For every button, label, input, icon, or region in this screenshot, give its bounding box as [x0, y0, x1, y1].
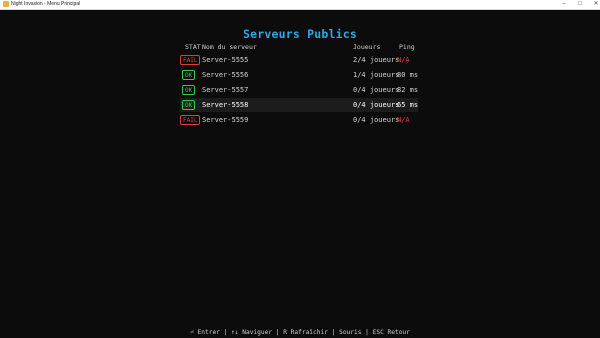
server-name: Server-5559: [202, 116, 249, 124]
server-ping: N/A: [397, 56, 410, 64]
server-name: Server-5557: [202, 86, 249, 94]
keyboard-hints: ⏎ Entrer | ↑↓ Naviguer | R Rafraîchir | …: [190, 329, 410, 336]
column-header-status: STAT: [185, 43, 201, 51]
minimize-button[interactable]: –: [556, 0, 572, 9]
server-row[interactable]: OK Server-5557 0/4 joueurs 82 ms: [180, 83, 418, 97]
status-badge: OK: [182, 70, 196, 80]
server-ping: 65 ms: [397, 101, 419, 109]
server-name: Server-5555: [202, 56, 249, 64]
status-badge: OK: [182, 85, 196, 95]
server-name: Server-5558: [202, 101, 249, 109]
column-header-name: Nom du serveur: [202, 43, 257, 51]
server-players: 1/4 joueurs: [353, 71, 400, 79]
app-icon: [3, 1, 9, 7]
page-title: Serveurs Publics: [243, 27, 357, 41]
status-badge: FAIL: [180, 115, 201, 125]
server-row[interactable]: FAIL Server-5555 2/4 joueurs N/A: [180, 53, 418, 67]
column-header-players: Joueurs: [353, 43, 381, 51]
server-ping: 80 ms: [397, 71, 419, 79]
server-name: Server-5556: [202, 71, 249, 79]
server-ping: N/A: [397, 116, 410, 124]
server-row[interactable]: FAIL Server-5559 0/4 joueurs N/A: [180, 113, 418, 127]
server-players: 0/4 joueurs: [353, 86, 400, 94]
status-badge: FAIL: [180, 55, 201, 65]
server-ping: 82 ms: [397, 86, 419, 94]
status-badge: OK: [182, 100, 196, 110]
server-row-selected[interactable]: OK Server-5558 0/4 joueurs 65 ms: [180, 98, 418, 112]
server-players: 2/4 joueurs: [353, 56, 400, 64]
server-row[interactable]: OK Server-5556 1/4 joueurs 80 ms: [180, 68, 418, 82]
window-title: Night Invasion - Menu Principal: [11, 1, 81, 7]
column-header-ping: Ping: [399, 43, 415, 51]
maximize-button[interactable]: □: [572, 0, 588, 9]
window-titlebar: Night Invasion - Menu Principal – □ ✕: [0, 0, 600, 10]
server-players: 0/4 joueurs: [353, 101, 400, 109]
server-players: 0/4 joueurs: [353, 116, 400, 124]
close-button[interactable]: ✕: [588, 0, 600, 9]
